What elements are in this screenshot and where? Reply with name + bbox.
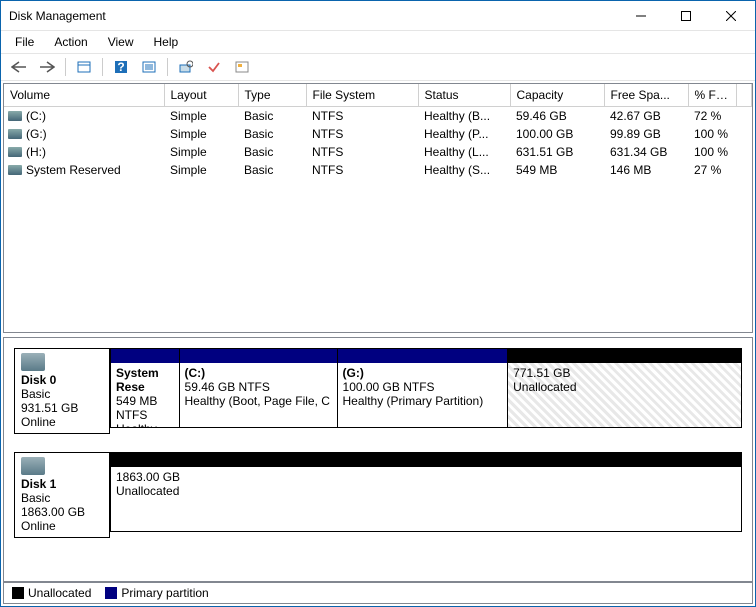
- minimize-button[interactable]: [618, 1, 663, 30]
- properties-button[interactable]: [230, 56, 254, 78]
- toolbar-separator: [65, 58, 66, 76]
- volume-icon: [8, 147, 22, 157]
- maximize-button[interactable]: [663, 1, 708, 30]
- toolbar: ?: [1, 53, 755, 81]
- table-row[interactable]: (C:)SimpleBasicNTFSHealthy (B...59.46 GB…: [4, 106, 752, 125]
- column-header[interactable]: File System: [306, 84, 418, 106]
- help-button[interactable]: ?: [109, 56, 133, 78]
- disk-label[interactable]: Disk 0Basic931.51 GBOnline: [14, 348, 110, 434]
- column-header[interactable]: Status: [418, 84, 510, 106]
- svg-text:?: ?: [117, 60, 124, 74]
- toolbar-separator: [167, 58, 168, 76]
- apply-button[interactable]: [202, 56, 226, 78]
- partition[interactable]: (G:)100.00 GB NTFSHealthy (Primary Parti…: [338, 348, 509, 428]
- disk-row: Disk 1Basic1863.00 GBOnline1863.00 GBUna…: [14, 452, 742, 538]
- forward-button[interactable]: [35, 56, 59, 78]
- volume-list[interactable]: VolumeLayoutTypeFile SystemStatusCapacit…: [3, 83, 753, 333]
- rescan-button[interactable]: [174, 56, 198, 78]
- column-header[interactable]: Volume: [4, 84, 164, 106]
- column-header[interactable]: Layout: [164, 84, 238, 106]
- menu-view[interactable]: View: [98, 33, 144, 51]
- legend-primary: Primary partition: [105, 586, 208, 600]
- disk-row: Disk 0Basic931.51 GBOnlineSystem Rese549…: [14, 348, 742, 434]
- volume-icon: [8, 111, 22, 121]
- legend: Unallocated Primary partition: [4, 581, 752, 603]
- content: VolumeLayoutTypeFile SystemStatusCapacit…: [1, 81, 755, 606]
- volume-icon: [8, 165, 22, 175]
- partition[interactable]: System Rese549 MB NTFSHealthy (Syste: [110, 348, 180, 428]
- menu-action[interactable]: Action: [44, 33, 97, 51]
- disk-map-scroll[interactable]: Disk 0Basic931.51 GBOnlineSystem Rese549…: [4, 338, 752, 581]
- partition-unallocated[interactable]: 771.51 GBUnallocated: [508, 348, 742, 428]
- column-header[interactable]: % Free: [688, 84, 736, 106]
- graphical-view: Disk 0Basic931.51 GBOnlineSystem Rese549…: [3, 337, 753, 604]
- partition-unallocated[interactable]: 1863.00 GBUnallocated: [110, 452, 742, 532]
- menu-help[interactable]: Help: [144, 33, 189, 51]
- disk-label[interactable]: Disk 1Basic1863.00 GBOnline: [14, 452, 110, 538]
- disk-icon: [21, 457, 45, 475]
- menubar: File Action View Help: [1, 31, 755, 53]
- disk-icon: [21, 353, 45, 371]
- volume-icon: [8, 129, 22, 139]
- legend-unallocated: Unallocated: [12, 586, 91, 600]
- column-header[interactable]: Free Spa...: [604, 84, 688, 106]
- table-row[interactable]: System ReservedSimpleBasicNTFSHealthy (S…: [4, 161, 752, 179]
- table-row[interactable]: (G:)SimpleBasicNTFSHealthy (P...100.00 G…: [4, 125, 752, 143]
- volume-table: VolumeLayoutTypeFile SystemStatusCapacit…: [4, 84, 752, 179]
- table-row[interactable]: (H:)SimpleBasicNTFSHealthy (L...631.51 G…: [4, 143, 752, 161]
- partition[interactable]: (C:)59.46 GB NTFSHealthy (Boot, Page Fil…: [180, 348, 338, 428]
- settings-button[interactable]: [137, 56, 161, 78]
- window: Disk Management File Action View Help ? …: [0, 0, 756, 607]
- column-header[interactable]: Capacity: [510, 84, 604, 106]
- refresh-button[interactable]: [72, 56, 96, 78]
- toolbar-separator: [102, 58, 103, 76]
- column-header[interactable]: Type: [238, 84, 306, 106]
- menu-file[interactable]: File: [5, 33, 44, 51]
- back-button[interactable]: [7, 56, 31, 78]
- titlebar: Disk Management: [1, 1, 755, 31]
- window-title: Disk Management: [9, 9, 618, 23]
- close-button[interactable]: [708, 1, 753, 30]
